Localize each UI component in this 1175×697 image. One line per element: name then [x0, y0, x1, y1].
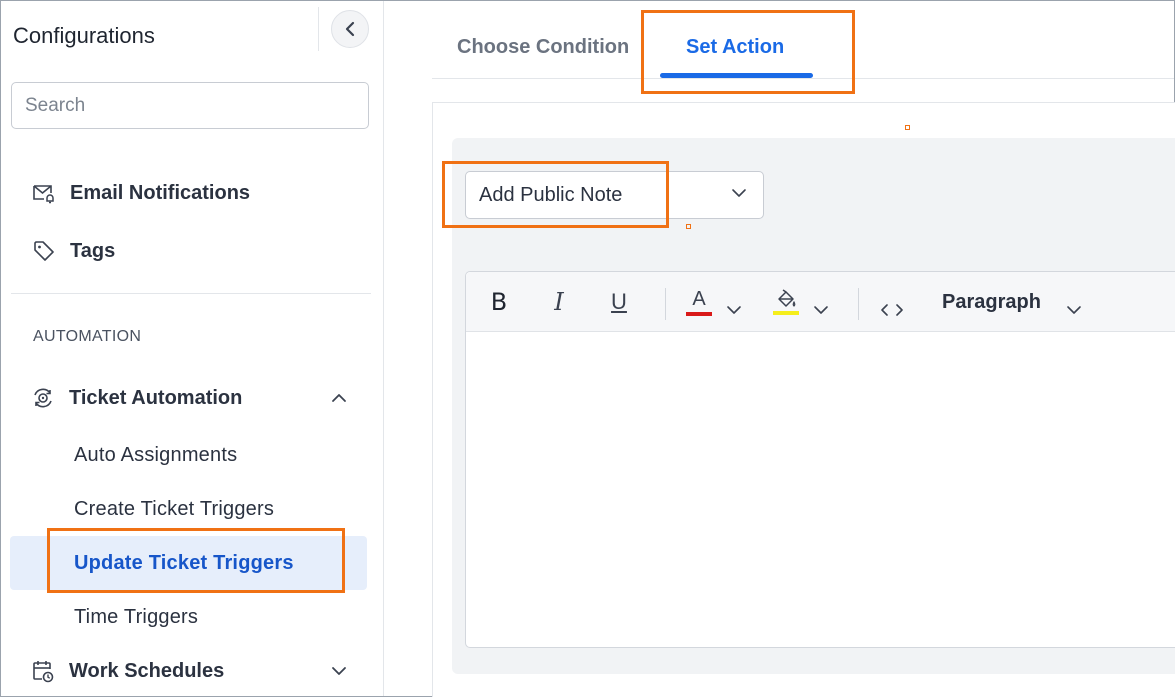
sidebar-item-label: Email Notifications [70, 181, 251, 204]
chevron-up-icon[interactable] [331, 392, 347, 404]
rich-text-editor: B I U A Paragraph [465, 271, 1175, 648]
sidebar-subitem-create-ticket-triggers[interactable]: Create Ticket Triggers [74, 498, 274, 521]
italic-button[interactable]: I [546, 287, 572, 317]
sidebar-item-tags[interactable]: Tags [32, 239, 115, 263]
annotation-dot [686, 224, 691, 229]
calendar-clock-icon [31, 659, 55, 683]
font-color-button[interactable]: A [684, 287, 714, 317]
toolbar-divider [858, 288, 859, 320]
editor-toolbar: B I U A Paragraph [466, 272, 1175, 332]
chevron-down-icon[interactable] [1066, 295, 1082, 325]
annotation-dot [905, 125, 910, 130]
background-color-button[interactable] [771, 287, 801, 317]
highlight-update-ticket-triggers [47, 528, 345, 593]
tag-icon [32, 239, 56, 263]
block-format-select[interactable]: Paragraph [942, 287, 1041, 317]
collapse-sidebar-button[interactable] [331, 10, 369, 48]
editor-content-area[interactable] [466, 333, 1175, 647]
sidebar-item-work-schedules[interactable]: Work Schedules [31, 659, 224, 683]
highlight-action-select [442, 161, 669, 228]
paint-bucket-icon [778, 289, 796, 307]
search-input[interactable] [11, 82, 369, 129]
tab-choose-condition[interactable]: Choose Condition [457, 36, 629, 59]
chevron-down-icon [732, 189, 746, 197]
sidebar-item-label: Ticket Automation [69, 386, 243, 409]
highlight-set-action-tab [641, 10, 855, 94]
sidebar-subitem-time-triggers[interactable]: Time Triggers [74, 606, 198, 629]
sidebar-item-label: Work Schedules [69, 659, 225, 682]
mail-bell-icon [32, 181, 56, 205]
toolbar-divider [665, 288, 666, 320]
chevron-left-icon [345, 21, 355, 37]
code-view-icon[interactable] [880, 295, 904, 325]
collapse-divider [318, 7, 319, 51]
font-color-dropdown-icon[interactable] [726, 295, 742, 325]
block-format-value: Paragraph [942, 290, 1041, 313]
sidebar-item-label: Tags [70, 239, 116, 262]
sidebar-item-email-notifications[interactable]: Email Notifications [32, 181, 250, 205]
sidebar-subitem-auto-assignments[interactable]: Auto Assignments [74, 444, 237, 467]
font-color-bar [686, 311, 712, 316]
sidebar-title: Configurations [13, 23, 155, 48]
chevron-down-icon[interactable] [331, 665, 347, 677]
background-color-bar [773, 311, 799, 315]
section-label-automation: AUTOMATION [33, 328, 142, 345]
background-color-dropdown-icon[interactable] [813, 295, 829, 325]
font-color-glyph: A [692, 287, 706, 310]
sidebar-divider [11, 293, 371, 294]
automation-gear-icon [31, 386, 55, 410]
underline-button[interactable]: U [606, 287, 632, 317]
sidebar-item-ticket-automation[interactable]: Ticket Automation [31, 386, 242, 410]
bold-button[interactable]: B [486, 287, 512, 317]
